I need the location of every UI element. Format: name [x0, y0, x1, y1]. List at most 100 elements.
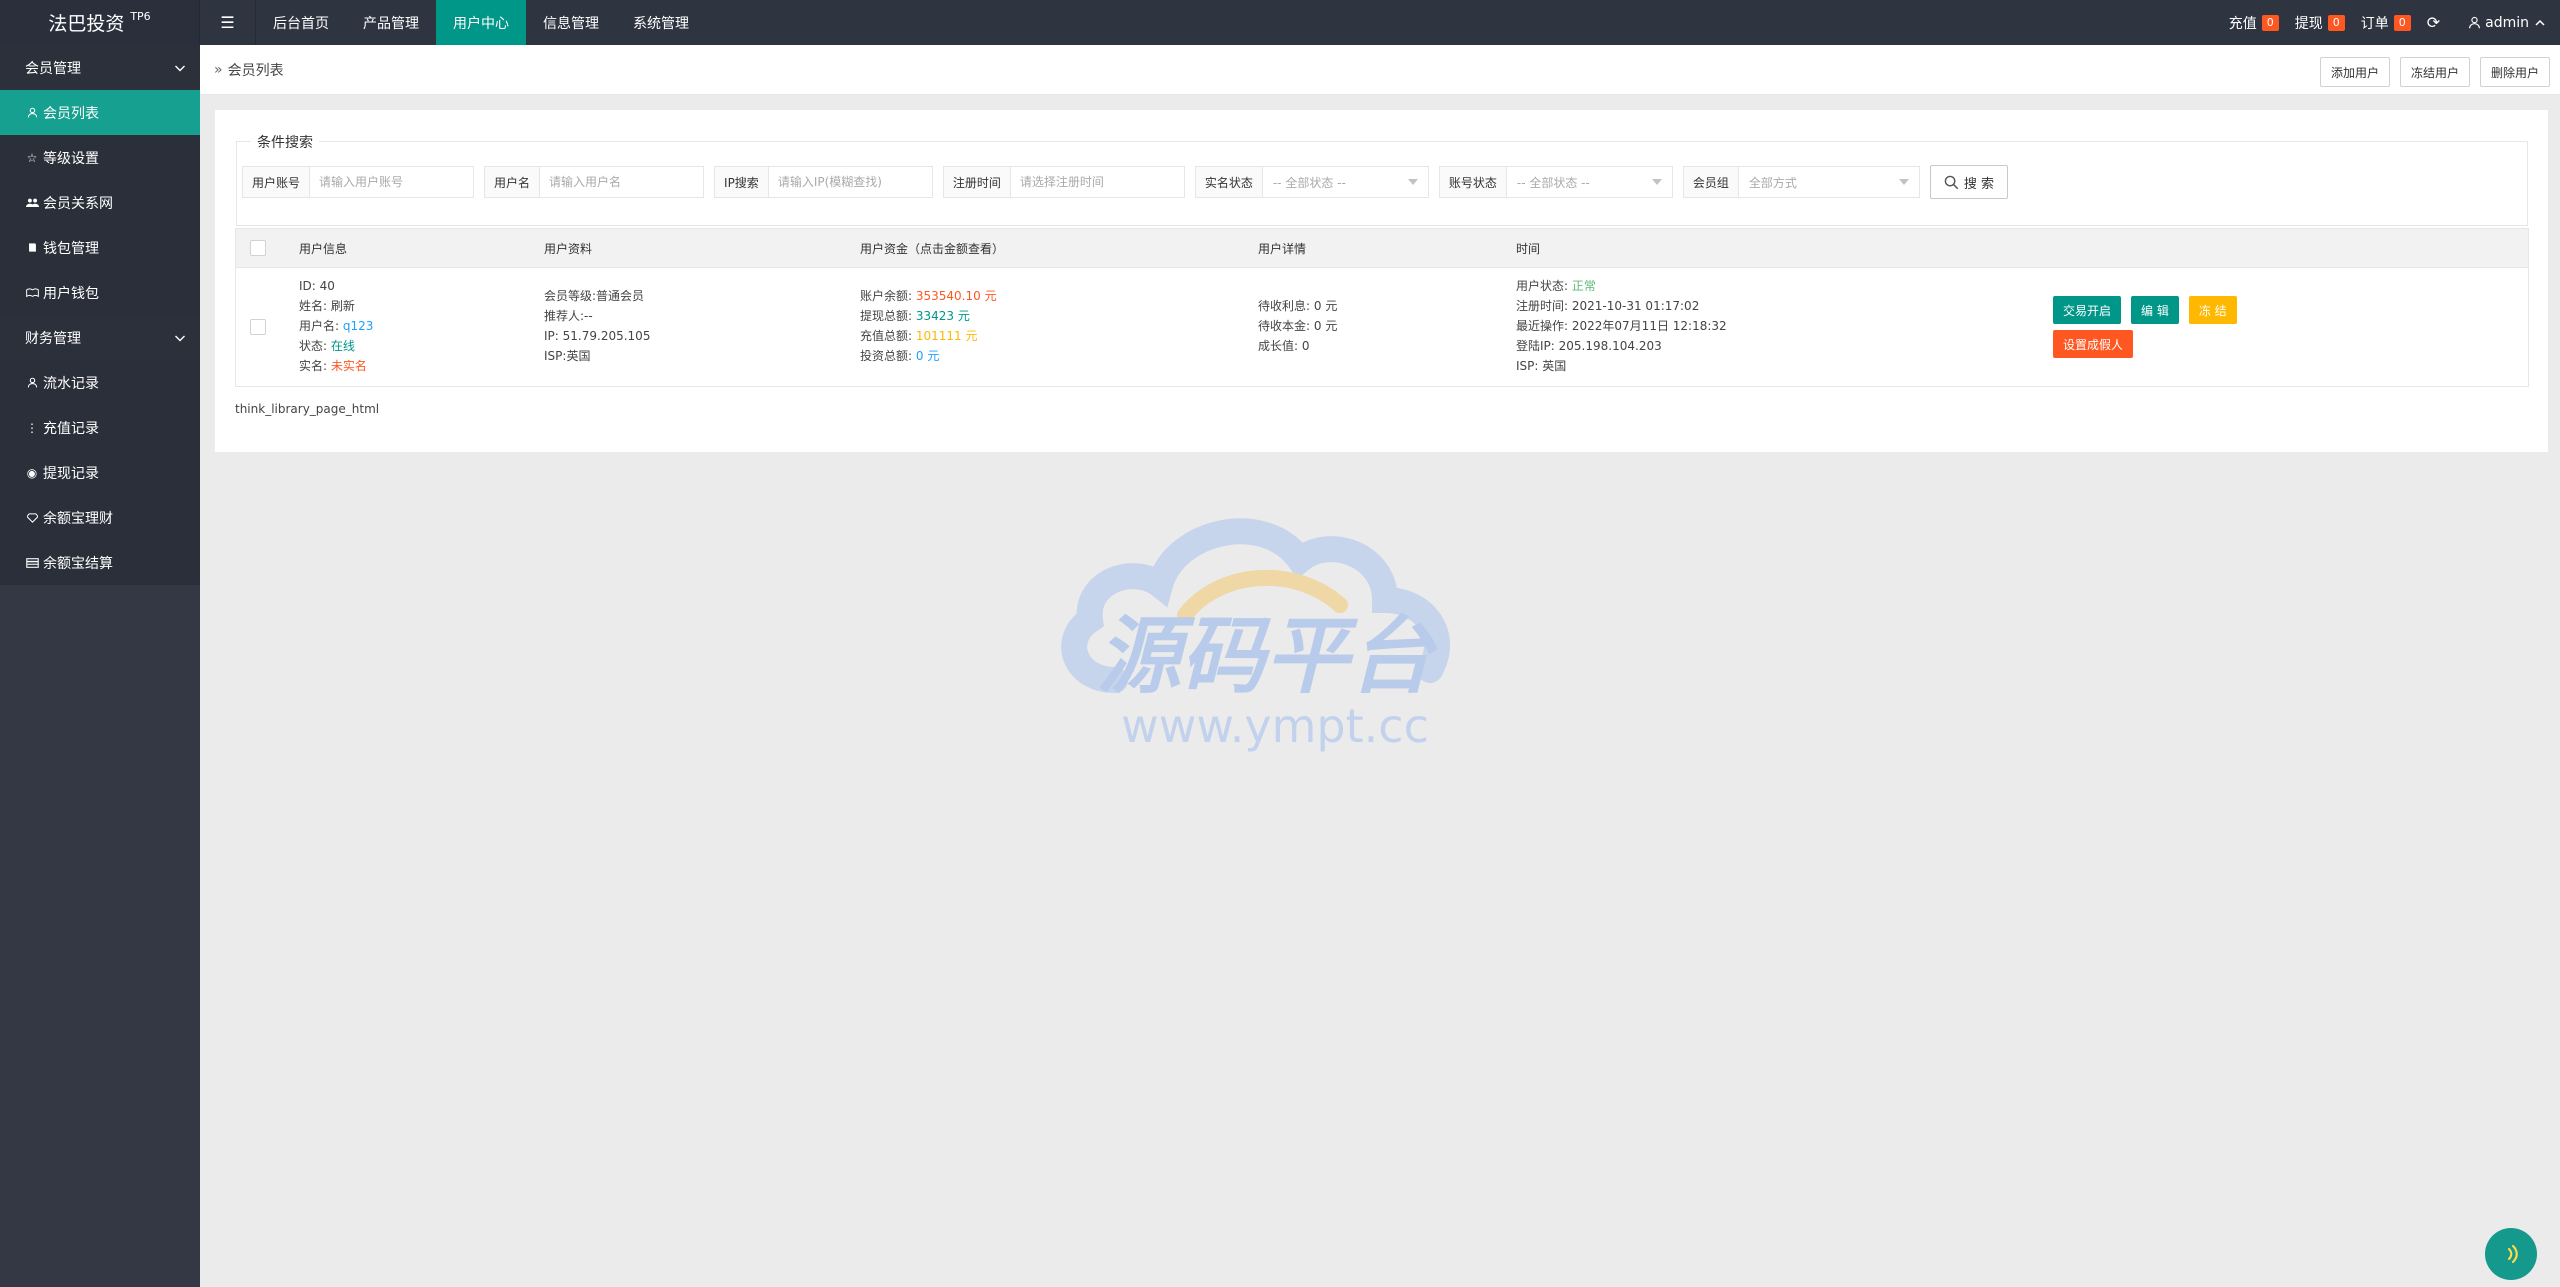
sidebar-group-finance[interactable]: 财务管理: [0, 315, 200, 360]
realname-status-field: 实名状态 -- 全部状态 --: [1194, 166, 1429, 198]
withdraw-link[interactable]: 提现 0: [2295, 13, 2345, 33]
ip-input[interactable]: [768, 167, 932, 197]
top-nav-system[interactable]: 系统管理: [616, 0, 706, 45]
user-profile-cell: 会员等级:普通会员 推荐人:-- IP: 51.79.205.105 ISP:英…: [544, 286, 650, 366]
referrer-label: 推荐人:: [544, 309, 585, 323]
user-username[interactable]: q123: [343, 319, 374, 333]
edit-button[interactable]: 编 辑: [2131, 296, 2179, 324]
sidebar-item-label: 会员列表: [43, 105, 99, 122]
watermark-text: 源码平台: [1097, 607, 1438, 705]
ip-label: IP搜索: [715, 167, 769, 197]
login-ip: 205.198.104.203: [1558, 339, 1662, 353]
brand-logo[interactable]: 法巴投资 TP6: [0, 0, 200, 45]
realname-label: 实名:: [299, 359, 328, 373]
name-label: 姓名:: [299, 299, 328, 313]
menu-toggle-icon[interactable]: ☰: [200, 0, 256, 45]
top-nav: 后台首页 产品管理 用户中心 信息管理 系统管理: [256, 0, 706, 45]
sidebar-item-yuebao-settlement[interactable]: 余额宝结算: [0, 540, 200, 585]
sidebar-item-label: 用户钱包: [43, 285, 99, 302]
double-chevron-icon: »: [214, 62, 223, 78]
sidebar-item-wallet-management[interactable]: 钱包管理: [0, 225, 200, 270]
trade-toggle-button[interactable]: 交易开启: [2053, 296, 2122, 324]
sidebar-group-label: 会员管理: [25, 60, 81, 77]
user-icon: [25, 107, 39, 118]
book-icon: [25, 242, 39, 253]
reg-time-field: 注册时间: [942, 166, 1185, 198]
top-bar: 法巴投资 TP6 ☰ 后台首页 产品管理 用户中心 信息管理 系统管理 充值 0 …: [0, 0, 2560, 45]
sidebar-item-member-list[interactable]: 会员列表: [0, 90, 200, 135]
breadcrumb: » 会员列表: [214, 45, 284, 95]
row-checkbox-cell: [250, 319, 266, 335]
float-assistant-button[interactable]: [2485, 1228, 2537, 1280]
freeze-user-button[interactable]: 冻结用户: [2399, 57, 2470, 87]
watermark-logo: 源码平台 www.ympt.cc: [1061, 518, 1450, 753]
pending-interest-label: 待收利息:: [1258, 299, 1311, 313]
sidebar-group-member[interactable]: 会员管理: [0, 45, 200, 90]
recharge-label: 充值: [2228, 15, 2257, 32]
delete-user-button[interactable]: 删除用户: [2479, 57, 2550, 87]
pagination: think_library_page_html: [235, 402, 380, 416]
recharge-badge: 0: [2261, 14, 2279, 31]
admin-menu[interactable]: admin: [2468, 15, 2546, 31]
top-nav-info[interactable]: 信息管理: [526, 0, 616, 45]
freeze-button[interactable]: 冻 结: [2188, 296, 2237, 324]
sidebar-group-label: 财务管理: [25, 330, 81, 347]
recharge-link[interactable]: 充值 0: [2229, 13, 2279, 33]
account-status-select[interactable]: -- 全部状态 --: [1506, 167, 1672, 197]
realname-status-select[interactable]: -- 全部状态 --: [1262, 167, 1428, 197]
recharge-total[interactable]: 101111 元: [916, 329, 978, 343]
isp-label: ISP:: [544, 349, 567, 363]
add-user-button[interactable]: 添加用户: [2319, 57, 2390, 87]
sidebar-item-yuebao-finance[interactable]: 余额宝理财: [0, 495, 200, 540]
member-group-select[interactable]: 全部方式: [1738, 167, 1919, 197]
withdraw-total[interactable]: 33423 元: [916, 309, 970, 323]
sidebar-item-recharge-records[interactable]: ⋮ 充值记录: [0, 405, 200, 450]
sidebar-item-member-network[interactable]: 会员关系网: [0, 180, 200, 225]
isp-label: ISP:: [1516, 359, 1539, 373]
last-action-label: 最近操作:: [1516, 319, 1569, 333]
top-nav-products[interactable]: 产品管理: [346, 0, 436, 45]
member-group-label: 会员组: [1683, 167, 1739, 197]
order-link[interactable]: 订单 0: [2361, 13, 2411, 33]
circle-icon: ◉: [26, 465, 38, 480]
reg-time: 2021-10-31 01:17:02: [1571, 299, 1700, 313]
admin-username: admin: [2485, 14, 2529, 31]
select-all-checkbox[interactable]: [250, 240, 266, 256]
header-user-details: 用户详情: [1258, 241, 1307, 256]
member-group-value: 全部方式: [1748, 175, 1797, 190]
sidebar-item-user-wallet[interactable]: 用户钱包: [0, 270, 200, 315]
search-legend: 条件搜索: [251, 132, 319, 152]
watermark-url: www.ympt.cc: [1121, 699, 1429, 753]
username-input[interactable]: [540, 167, 704, 197]
search-button[interactable]: 搜 索: [1929, 165, 2009, 199]
pending-interest: 0 元: [1313, 299, 1338, 313]
star-icon: ☆: [26, 150, 38, 165]
top-nav-home[interactable]: 后台首页: [256, 0, 346, 45]
user-id: 40: [319, 279, 335, 293]
reg-time-input[interactable]: [1010, 167, 1184, 197]
top-nav-user-center[interactable]: 用户中心: [436, 0, 526, 45]
refresh-icon[interactable]: ⟳: [2427, 13, 2440, 32]
row-checkbox[interactable]: [250, 319, 266, 335]
chevron-down-icon: [175, 335, 185, 341]
set-fake-user-button[interactable]: 设置成假人: [2053, 330, 2134, 358]
sidebar-item-flow-records[interactable]: 流水记录: [0, 360, 200, 405]
order-badge: 0: [2393, 14, 2411, 31]
users-icon: [25, 197, 39, 208]
realname-status-value: -- 全部状态 --: [1272, 175, 1346, 190]
sidebar-item-level-settings[interactable]: ☆ 等级设置: [0, 135, 200, 180]
account-balance[interactable]: 353540.10 元: [916, 289, 997, 303]
ip-search-field: IP搜索: [714, 166, 933, 198]
search-icon: [1944, 175, 1959, 189]
account-input[interactable]: [310, 167, 474, 197]
sidebar-item-withdraw-records[interactable]: ◉ 提现记录: [0, 450, 200, 495]
row-actions-top: 交易开启 编 辑 冻 结: [2053, 296, 2247, 324]
member-table: 用户信息 用户资料 用户资金（点击金额查看） 用户详情 时间 ID: 40 姓名…: [235, 228, 2529, 387]
sidebar-item-label: 余额宝结算: [43, 555, 113, 572]
invest-total[interactable]: 0 元: [916, 349, 939, 363]
invest-total-label: 投资总额:: [860, 349, 913, 363]
caret-down-icon: [1407, 179, 1418, 185]
sidebar-item-label: 等级设置: [43, 150, 99, 167]
user-realname-status: 未实名: [330, 359, 367, 373]
username-label: 用户名: [485, 167, 541, 197]
